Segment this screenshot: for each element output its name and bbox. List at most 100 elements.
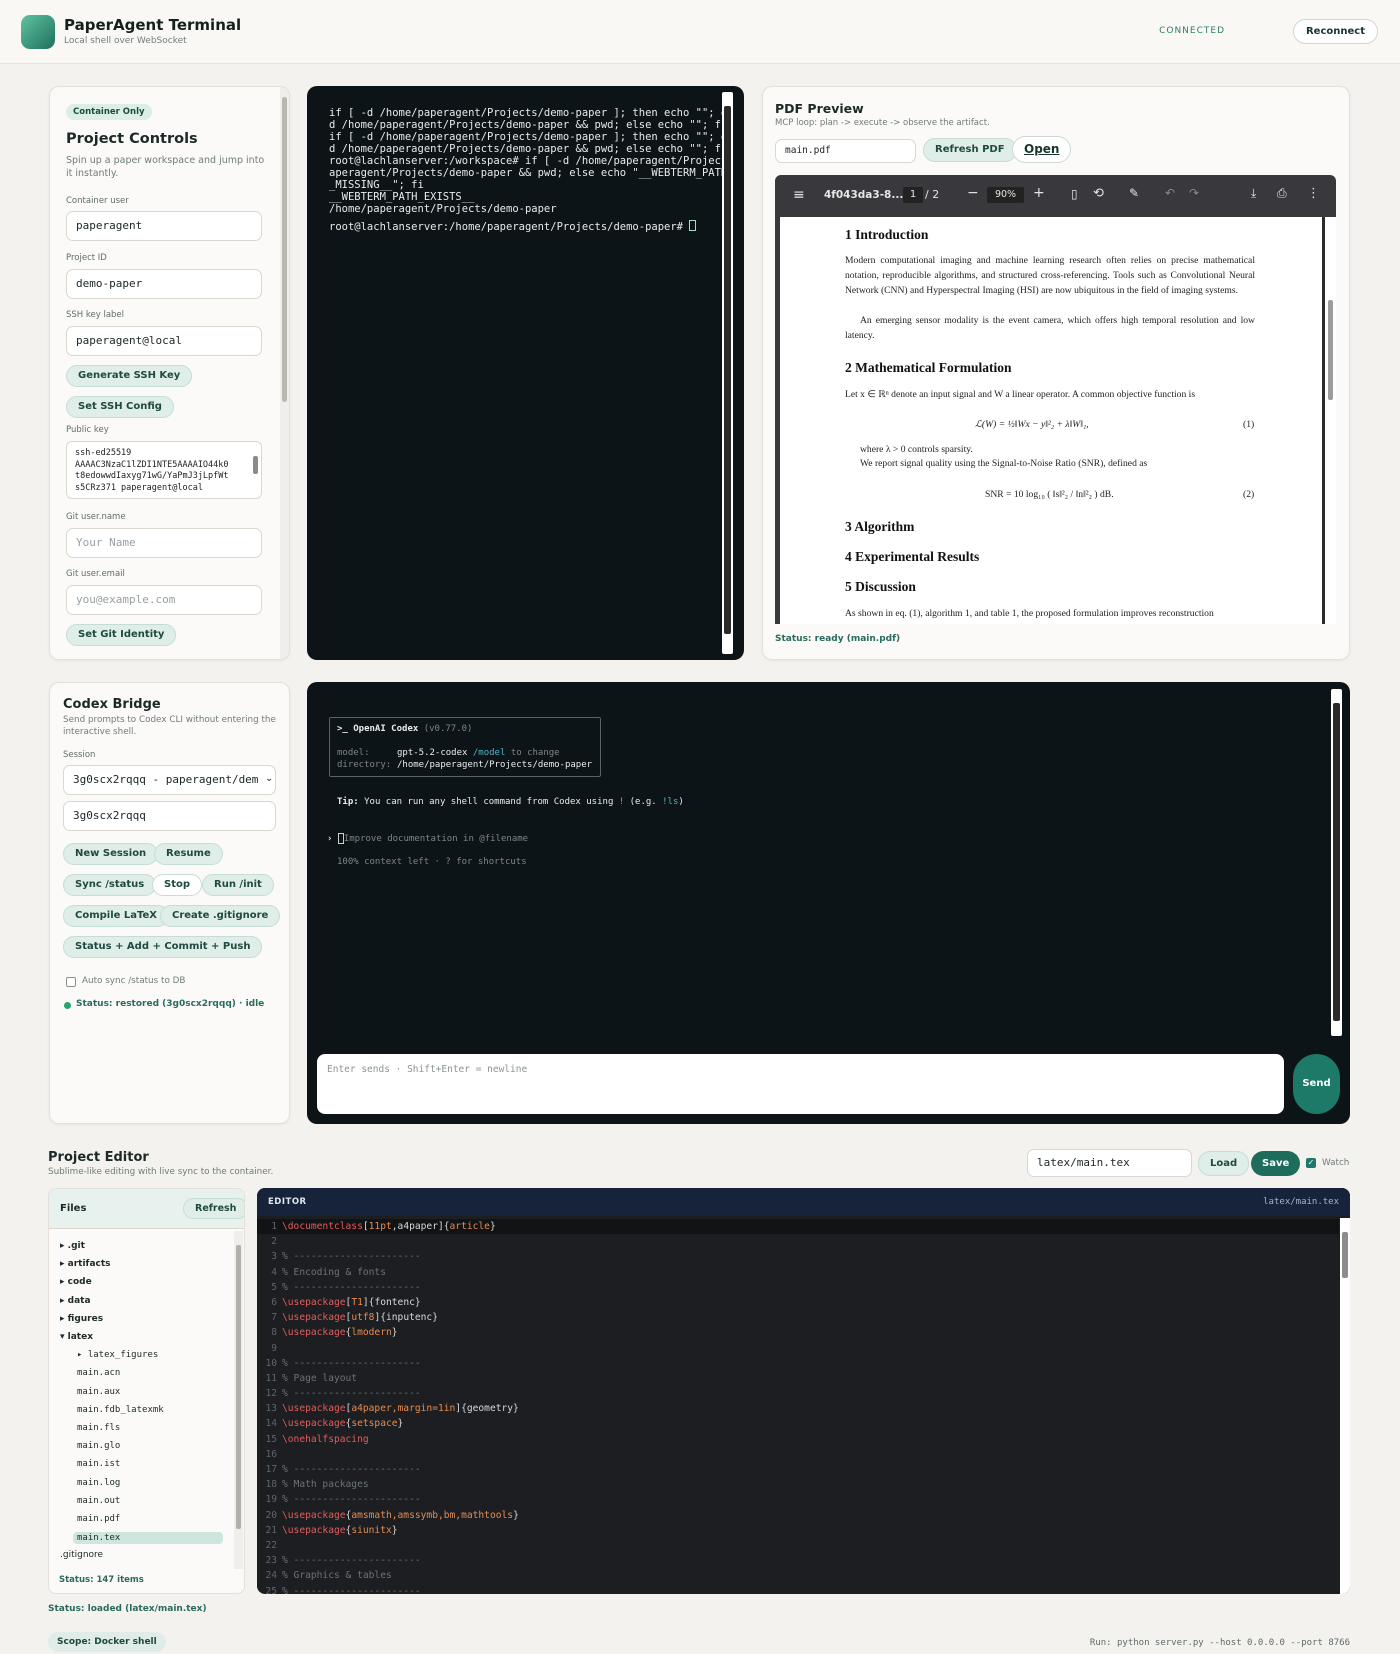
run-init-button[interactable]: Run /init	[202, 874, 274, 896]
project-id-input[interactable]: demo-paper	[66, 269, 262, 299]
files-scrollbar[interactable]	[234, 1231, 243, 1569]
new-session-button[interactable]: New Session	[63, 843, 159, 865]
code-line: 20 \usepackage{amsmath,amssymb,bm,mathtoo…	[257, 1508, 1339, 1523]
files-scroll-thumb[interactable]	[236, 1245, 241, 1529]
codex-message-input[interactable]: Enter sends · Shift+Enter = newline	[317, 1054, 1284, 1114]
editor-scroll-thumb[interactable]	[1342, 1232, 1348, 1278]
line-number: 10	[265, 1357, 277, 1369]
controls-scroll-thumb[interactable]	[282, 97, 287, 402]
print-icon[interactable]: ⎙	[1277, 186, 1287, 201]
codex-prompt-placeholder: Improve documentation in @filename	[343, 834, 529, 844]
file-tree-item[interactable]: ▸ .git	[60, 1241, 85, 1251]
file-tree-item[interactable]: main.log	[77, 1478, 120, 1488]
project-editor-desc: Sublime-like editing with live sync to t…	[48, 1167, 274, 1177]
file-tree-item[interactable]: main.aux	[77, 1387, 120, 1397]
file-tree-item[interactable]: main.fls	[77, 1423, 120, 1433]
refresh-pdf-button[interactable]: Refresh PDF	[923, 138, 1017, 162]
auto-sync-checkbox[interactable]	[66, 977, 76, 987]
load-button[interactable]: Load	[1198, 1151, 1250, 1176]
set-git-identity-button[interactable]: Set Git Identity	[66, 624, 177, 646]
line-number: 12	[265, 1388, 277, 1400]
session-id-input[interactable]: 3g0scx2rqqq	[63, 801, 276, 831]
tip-close: )	[678, 797, 684, 807]
file-tree-item[interactable]: main.ist	[77, 1459, 120, 1469]
code-token: setspace	[351, 1418, 398, 1430]
editor-scrollbar[interactable]	[1340, 1218, 1350, 1594]
code-line: 9	[257, 1341, 1339, 1356]
file-tree-item[interactable]: main.tex	[73, 1532, 223, 1545]
connection-status: CONNECTED	[1159, 26, 1225, 36]
public-key-line: s5CRz371 paperagent@local	[75, 482, 203, 493]
file-tree-item[interactable]: main.out	[77, 1496, 120, 1506]
draw-icon[interactable]: ✎	[1129, 186, 1139, 200]
pdf-scroll-thumb[interactable]	[1328, 300, 1333, 400]
sidebar-toggle-icon[interactable]: ≡	[793, 187, 805, 203]
terminal-scrollbar[interactable]	[722, 92, 733, 654]
open-pdf-button[interactable]: Open	[1012, 136, 1072, 163]
sync-status-button[interactable]: Sync /status	[63, 874, 157, 896]
zoom-out-icon[interactable]: −	[967, 185, 979, 201]
save-button[interactable]: Save	[1251, 1151, 1301, 1176]
terminal-scroll-thumb[interactable]	[724, 106, 731, 634]
rotate-icon[interactable]: ⟲	[1093, 186, 1104, 201]
session-select[interactable]: 3g0scx2rqqq - paperagent/dem	[63, 765, 276, 795]
file-tree-item[interactable]: .gitignore	[60, 1550, 103, 1560]
download-icon[interactable]: ⤓	[1251, 186, 1256, 201]
file-tree-item[interactable]: main.glo	[77, 1441, 120, 1451]
codex-bridge-desc: Send prompts to Codex CLI without enteri…	[63, 715, 276, 737]
file-tree-item[interactable]: main.fdb_latexmk	[77, 1405, 164, 1415]
pdf-zoom-level[interactable]: 90%	[987, 187, 1024, 203]
codex-scrollbar[interactable]	[1331, 689, 1342, 1036]
section-heading: 2 Mathematical Formulation	[845, 360, 1012, 375]
pdf-scrollbar[interactable]	[1322, 217, 1336, 624]
git-email-input[interactable]: you@example.com	[66, 585, 262, 615]
textarea-scrollbar[interactable]	[253, 456, 258, 474]
commit-push-button[interactable]: Status + Add + Commit + Push	[63, 936, 263, 958]
file-tree-item[interactable]: ▾ latex	[60, 1332, 93, 1342]
file-tree-item[interactable]: ▸ code	[60, 1277, 92, 1287]
code-lines[interactable]: 1 \documentclass[11pt,a4paper]{article} 2 3…	[257, 1219, 1339, 1594]
line-number: 7	[271, 1312, 277, 1324]
codex-terminal[interactable]: >_ OpenAI Codex (v0.77.0) model: gpt-5.2-…	[307, 682, 1350, 1124]
redo-icon[interactable]: ↷	[1189, 186, 1199, 200]
file-tree-item[interactable]: ▸ artifacts	[60, 1259, 111, 1269]
file-tree-item[interactable]: ▸ latex_figures	[77, 1350, 158, 1360]
terminal-line: if [ -d /home/paperagent/Projects/demo-p…	[329, 131, 726, 143]
code-editor[interactable]: EDITOR latex/main.tex 1 \documentclass[11…	[257, 1188, 1350, 1594]
codex-scroll-thumb[interactable]	[1333, 703, 1340, 1021]
pdf-paragraph: Modern computational imaging and machine…	[845, 255, 1255, 296]
code-line: 4 % Encoding & fonts	[257, 1265, 1339, 1280]
stop-button[interactable]: Stop	[152, 874, 203, 896]
file-tree-item[interactable]: ▸ figures	[60, 1314, 103, 1324]
code-token: \documentclass	[282, 1221, 363, 1232]
fit-page-icon[interactable]: ▯	[1071, 187, 1078, 201]
send-button[interactable]: Send	[1293, 1054, 1340, 1114]
public-key-line: ssh-ed25519	[75, 448, 132, 458]
files-refresh-button[interactable]: Refresh	[183, 1198, 244, 1219]
zoom-in-icon[interactable]: +	[1033, 185, 1045, 201]
compile-latex-button[interactable]: Compile LaTeX	[63, 905, 170, 927]
watch-checkbox[interactable]: ✓	[1306, 1158, 1316, 1168]
create-gitignore-button[interactable]: Create .gitignore	[160, 905, 281, 927]
generate-ssh-key-button[interactable]: Generate SSH Key	[66, 365, 193, 387]
container-user-input[interactable]: paperagent	[66, 211, 262, 241]
ssh-key-label-input[interactable]: paperagent@local	[66, 326, 262, 356]
undo-icon[interactable]: ↶	[1165, 186, 1175, 200]
pdf-page-input[interactable]: 1	[903, 187, 923, 203]
terminal-line: d /home/paperagent/Projects/demo-paper &…	[329, 143, 721, 155]
file-tree-item[interactable]: ▸ data	[60, 1296, 91, 1306]
git-name-input[interactable]: Your Name	[66, 528, 262, 558]
public-key-textarea[interactable]: ssh-ed25519 AAAAC3NzaC1lZDI1NTE5AAAAIO44…	[66, 441, 262, 499]
file-tree-item[interactable]: main.acn	[77, 1368, 120, 1378]
resume-button[interactable]: Resume	[154, 843, 223, 865]
codex-box-title: >_ OpenAI Codex	[337, 724, 419, 734]
code-line: 11 % Page layout	[257, 1371, 1339, 1386]
reconnect-button[interactable]: Reconnect	[1292, 19, 1378, 44]
shell-terminal[interactable]: if [ -d /home/paperagent/Projects/demo-p…	[307, 86, 744, 660]
file-tree-item[interactable]: main.pdf	[77, 1514, 120, 1524]
more-options-icon[interactable]: ⋮	[1307, 186, 1320, 201]
set-ssh-config-button[interactable]: Set SSH Config	[66, 396, 174, 418]
codex-version: (v0.77.0)	[423, 724, 473, 734]
pdf-file-input[interactable]: main.pdf	[775, 139, 916, 163]
editor-path-input[interactable]: latex/main.tex	[1027, 1149, 1192, 1177]
